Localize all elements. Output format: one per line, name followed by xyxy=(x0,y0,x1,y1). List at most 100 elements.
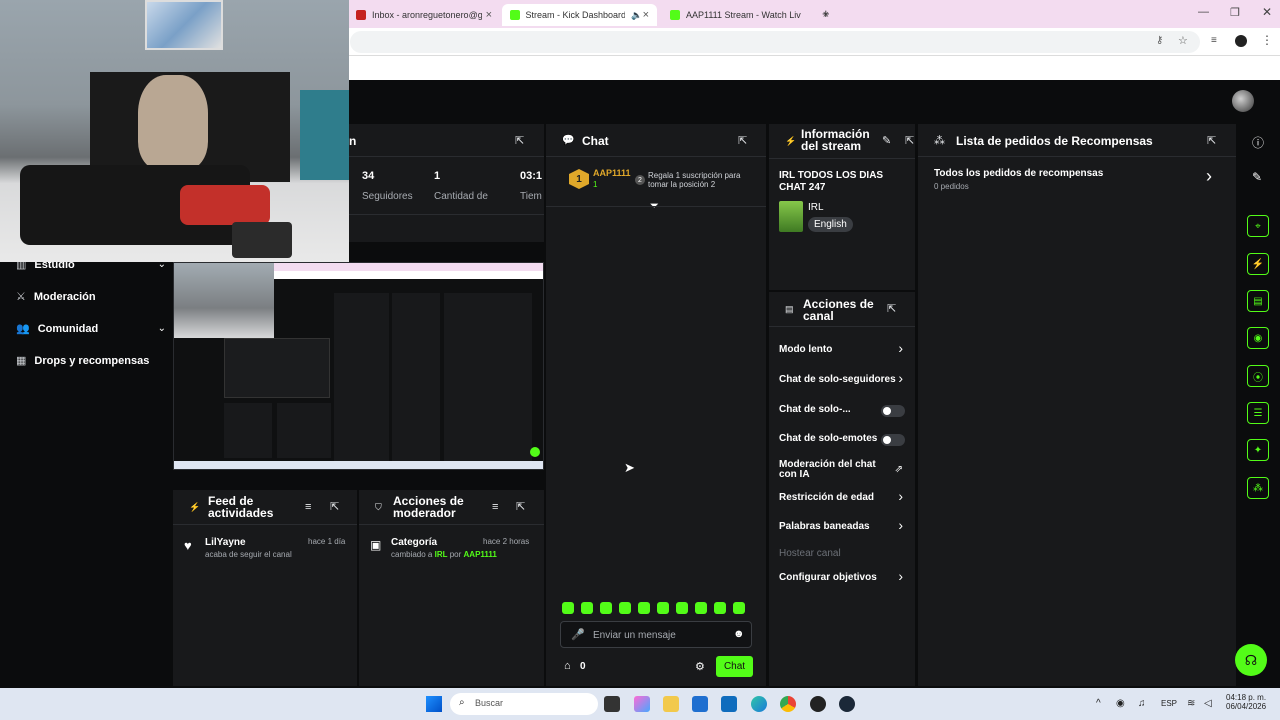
emote-icon[interactable] xyxy=(714,602,726,614)
expand-icon[interactable]: ⇱ xyxy=(1207,134,1216,147)
action-palabras-baneadas[interactable]: Palabras baneadas › xyxy=(769,517,915,537)
volume-icon[interactable]: ◁ xyxy=(1204,698,1212,709)
copilot-icon[interactable] xyxy=(634,696,650,712)
edge-icon[interactable] xyxy=(751,696,767,712)
action-hostear-canal[interactable]: Hostear canal xyxy=(769,548,915,562)
outlook-icon[interactable] xyxy=(721,696,737,712)
panel-title: Feed de actividades xyxy=(208,494,274,520)
taskbar-search-placeholder: Buscar xyxy=(475,698,504,708)
microphone-icon[interactable]: 🎤 xyxy=(571,628,585,641)
emote-icon[interactable] xyxy=(619,602,631,614)
action-solo-seguidores[interactable]: Chat de solo-seguidores › xyxy=(769,370,915,390)
rail-button-wrench-icon[interactable]: ✦ xyxy=(1247,439,1269,461)
expand-icon[interactable]: ⇱ xyxy=(330,500,339,513)
expand-icon[interactable]: ⇱ xyxy=(515,134,524,147)
chat-input[interactable]: 🎤 Enviar un mensaje ☻ xyxy=(560,621,752,648)
maximize-icon[interactable]: ❐ xyxy=(1230,6,1240,19)
new-tab-button[interactable]: + xyxy=(822,6,830,21)
task-view-icon[interactable] xyxy=(604,696,620,712)
obs-icon[interactable] xyxy=(810,696,826,712)
divider xyxy=(173,524,357,525)
tray-mic-icon[interactable]: ♫ xyxy=(1138,698,1146,709)
emote-icon[interactable] xyxy=(657,602,669,614)
close-window-icon[interactable]: ✕ xyxy=(1262,5,1272,19)
password-key-icon[interactable]: ⚷ xyxy=(1156,35,1163,46)
file-explorer-icon[interactable] xyxy=(663,696,679,712)
mod-action-category[interactable]: IRL xyxy=(435,550,448,559)
tray-app-icon[interactable]: ◉ xyxy=(1116,698,1125,709)
gear-icon[interactable]: ⚙ xyxy=(695,660,705,673)
extensions-icon[interactable]: ≡ xyxy=(1211,35,1217,46)
send-chat-button[interactable]: Chat xyxy=(716,656,753,677)
action-restriccion-edad[interactable]: Restricción de edad › xyxy=(769,488,915,508)
store-icon[interactable]: ⌂ xyxy=(564,660,571,672)
stream-title: IRL TODOS LOS DIAS CHAT 247 xyxy=(779,170,884,193)
clock[interactable]: 04:18 p. m. 06/04/2026 xyxy=(1226,693,1266,711)
expand-icon[interactable]: ⇱ xyxy=(887,302,896,315)
info-icon[interactable]: ⓘ xyxy=(1252,134,1264,151)
expand-icon[interactable]: ⇱ xyxy=(516,500,525,513)
emoji-icon[interactable]: ☻ xyxy=(733,628,745,640)
points-value: 0 xyxy=(580,661,586,672)
steam-icon[interactable] xyxy=(839,696,855,712)
filter-icon[interactable]: ≡ xyxy=(305,501,311,513)
tab-kick-dashboard[interactable]: Stream - Kick Dashboard 🔈 × xyxy=(502,4,657,26)
expand-icon[interactable]: ⇱ xyxy=(905,134,914,147)
windows-start-icon[interactable] xyxy=(426,696,442,712)
edit-pencil-icon[interactable]: ✎ xyxy=(882,134,891,147)
action-moderacion-ia[interactable]: Moderación del chat con IA ⇗ xyxy=(769,460,915,484)
tray-overflow-icon[interactable]: ^ xyxy=(1096,698,1101,709)
chevron-right-icon: › xyxy=(898,517,903,533)
emote-icon[interactable] xyxy=(638,602,650,614)
store-icon[interactable] xyxy=(692,696,708,712)
rail-button-lightning-icon[interactable]: ⚡ xyxy=(1247,253,1269,275)
mod-action-user[interactable]: AAP1111 xyxy=(464,550,497,559)
close-tab-icon[interactable]: × xyxy=(486,9,492,21)
emote-icon[interactable] xyxy=(676,602,688,614)
divider xyxy=(769,326,915,327)
edit-pencil-icon[interactable]: ✎ xyxy=(1252,170,1262,184)
toggle-switch[interactable] xyxy=(881,434,905,446)
user-avatar[interactable] xyxy=(1232,90,1254,112)
chrome-icon[interactable] xyxy=(780,696,796,712)
tab-inbox[interactable]: Inbox - aronreguetonero@gm × xyxy=(348,4,500,26)
emote-icon[interactable] xyxy=(600,602,612,614)
panel-title: Información del stream xyxy=(801,127,870,153)
sidebar-item-label: Comunidad xyxy=(37,322,99,335)
taskbar-search[interactable]: ⌕ Buscar xyxy=(450,693,598,715)
rewards-all-requests[interactable]: Todos los pedidos de recompensas 0 pedid… xyxy=(918,164,1236,198)
speaker-icon[interactable]: 🔈 xyxy=(631,10,642,21)
emote-icon[interactable] xyxy=(581,602,593,614)
rail-button-broadcast-icon[interactable]: ⦿ xyxy=(1247,365,1269,387)
bookmark-star-icon[interactable]: ☆ xyxy=(1178,34,1188,47)
panel-title: Acciones de canal xyxy=(803,297,874,323)
stream-preview[interactable] xyxy=(173,262,544,470)
filter-icon[interactable]: ≡ xyxy=(492,501,498,513)
expand-icon[interactable]: ⇱ xyxy=(738,134,747,147)
action-configurar-objetivos[interactable]: Configurar objetivos › xyxy=(769,568,915,588)
browser-menu-icon[interactable]: ⋮ xyxy=(1261,33,1273,47)
wifi-icon[interactable]: ≋ xyxy=(1187,698,1195,709)
emote-icon[interactable] xyxy=(733,602,745,614)
toggle-switch[interactable] xyxy=(881,405,905,417)
sidebar-item-drops[interactable]: ▦ Drops y recompensas xyxy=(16,354,149,368)
tab-aap1111-stream[interactable]: AAP1111 Stream - Watch Live o × xyxy=(662,4,837,26)
stream-category: IRL xyxy=(808,202,824,213)
sidebar-item-moderacion[interactable]: ⚔ Moderación xyxy=(16,290,96,304)
emote-icon[interactable] xyxy=(695,602,707,614)
rail-button-target-icon[interactable]: ⌖ xyxy=(1247,215,1269,237)
minimize-icon[interactable]: — xyxy=(1198,6,1209,18)
pinned-user[interactable]: AAP1111 xyxy=(593,168,631,178)
address-bar[interactable]: ⚷ ☆ xyxy=(350,31,1200,53)
rail-button-document-icon[interactable]: ▤ xyxy=(1247,290,1269,312)
language-indicator[interactable]: ESP xyxy=(1161,699,1177,708)
action-modo-lento[interactable]: Modo lento › xyxy=(769,340,915,360)
close-tab-icon[interactable]: × xyxy=(643,9,649,21)
emote-icon[interactable] xyxy=(562,602,574,614)
rail-button-rewards-icon[interactable]: ⁂ xyxy=(1247,477,1269,499)
sidebar-item-comunidad[interactable]: 👥 Comunidad ⌄ xyxy=(16,322,166,336)
help-support-button[interactable]: ☊ xyxy=(1235,644,1267,676)
profile-avatar[interactable] xyxy=(1235,35,1247,47)
rail-button-chat-icon[interactable]: ◉ xyxy=(1247,327,1269,349)
rail-button-stack-icon[interactable]: ☰ xyxy=(1247,402,1269,424)
